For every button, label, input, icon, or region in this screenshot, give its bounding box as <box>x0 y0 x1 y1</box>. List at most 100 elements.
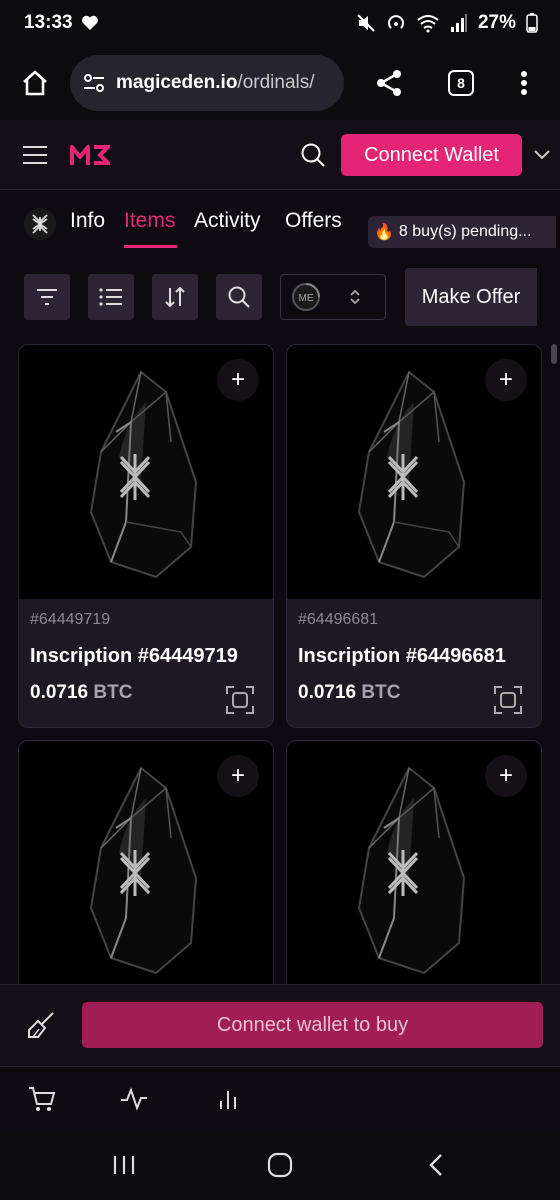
add-to-cart-button[interactable]: + <box>217 359 259 401</box>
item-image[interactable]: + <box>19 345 273 599</box>
url-bar[interactable]: magiceden.io/ordinals/ <box>70 55 344 111</box>
system-nav-bar <box>0 1130 560 1200</box>
clear-cart-button[interactable] <box>22 1005 60 1045</box>
header-search-button[interactable] <box>296 134 330 176</box>
filter-icon <box>37 289 57 305</box>
recents-icon <box>113 1156 135 1174</box>
cart-icon <box>29 1087 56 1111</box>
plus-icon: + <box>498 366 513 393</box>
plus-icon: + <box>230 366 245 393</box>
heart-icon <box>81 15 99 31</box>
item-card[interactable]: + <box>18 740 274 984</box>
activity-icon <box>121 1087 147 1111</box>
plus-icon: + <box>230 762 245 789</box>
item-card[interactable]: + <box>286 740 542 984</box>
home-icon <box>23 70 47 96</box>
hamburger-icon <box>23 145 47 164</box>
tab-items[interactable]: Items <box>124 209 175 233</box>
sort-button[interactable] <box>152 274 198 320</box>
battery-icon <box>526 13 538 33</box>
svg-text:ME: ME <box>299 293 314 304</box>
tab-info[interactable]: Info <box>70 209 105 233</box>
item-info: #64449719 Inscription #64449719 0.0716 B… <box>19 599 273 727</box>
marketplace-select[interactable]: ME <box>280 274 386 320</box>
connect-wallet-to-buy-button[interactable]: Connect wallet to buy <box>82 1002 543 1048</box>
mute-icon <box>356 13 376 33</box>
pending-buys-label: 8 buy(s) pending... <box>398 223 532 240</box>
chevron-updown-icon <box>350 289 360 305</box>
battery-percent: 27% <box>477 12 516 33</box>
item-image[interactable]: + <box>287 741 541 984</box>
crystal-image <box>89 370 198 579</box>
magic-eden-logo[interactable] <box>70 120 120 190</box>
items-toolbar: ME Make Offer <box>0 256 560 336</box>
tab-activity[interactable]: Activity <box>194 209 261 233</box>
item-card[interactable]: + #64496681 Inscription #64496681 0.0716… <box>286 344 542 728</box>
item-title[interactable]: Inscription #64496681 <box>298 645 530 668</box>
collection-avatar[interactable] <box>24 208 56 240</box>
pending-buys-badge[interactable]: 🔥 8 buy(s) pending... <box>368 216 556 248</box>
add-to-cart-button[interactable]: + <box>485 359 527 401</box>
item-card[interactable]: + #64449719 Inscription #64449719 0.0716… <box>18 344 274 728</box>
url-text: magiceden.io/ordinals/ <box>116 72 315 94</box>
search-items-button[interactable] <box>216 274 262 320</box>
search-icon <box>301 143 325 167</box>
signal-icon <box>450 13 468 33</box>
status-time: 13:33 <box>24 12 73 33</box>
item-number: #64496681 <box>298 611 379 628</box>
tab-offers[interactable]: Offers <box>285 209 342 233</box>
stats-button[interactable] <box>212 1083 244 1115</box>
home-button[interactable] <box>0 46 70 120</box>
wifi-icon <box>416 13 440 33</box>
make-offer-button[interactable]: Make Offer <box>405 268 537 326</box>
broom-icon <box>28 1012 54 1038</box>
crystal-image <box>357 370 466 579</box>
price-value: 0.0716 <box>30 682 89 703</box>
browser-menu-button[interactable] <box>494 46 554 120</box>
url-domain: magiceden.io <box>116 72 238 93</box>
sort-icon <box>165 286 185 308</box>
activity-button[interactable] <box>118 1083 150 1115</box>
scan-icon[interactable] <box>225 685 255 715</box>
price-unit: BTC <box>93 682 133 703</box>
status-bar: 13:33 27% <box>0 0 560 46</box>
back-button[interactable] <box>416 1148 456 1182</box>
connect-wallet-button[interactable]: Connect Wallet <box>341 134 522 176</box>
item-number: #64449719 <box>30 611 111 628</box>
bar-chart-icon <box>220 1091 236 1109</box>
hotspot-icon <box>386 13 406 33</box>
item-info: #64496681 Inscription #64496681 0.0716 B… <box>287 599 541 727</box>
search-icon <box>228 286 250 308</box>
active-tab-indicator <box>124 245 177 248</box>
wallet-dropdown-button[interactable] <box>528 140 556 170</box>
add-to-cart-button[interactable]: + <box>485 755 527 797</box>
items-grid: + #64449719 Inscription #64449719 0.0716… <box>0 344 560 984</box>
recent-apps-button[interactable] <box>104 1148 144 1182</box>
tab-switcher-button[interactable]: 8 <box>428 46 494 120</box>
item-title[interactable]: Inscription #64449719 <box>30 645 262 668</box>
chevron-down-icon <box>534 150 550 160</box>
share-button[interactable] <box>350 46 428 120</box>
app-header: Connect Wallet <box>0 120 560 190</box>
home-circle-icon <box>267 1152 293 1178</box>
price-value: 0.0716 <box>298 682 357 703</box>
item-image[interactable]: + <box>19 741 273 984</box>
grid-scrollbar[interactable] <box>551 344 557 364</box>
add-to-cart-button[interactable]: + <box>217 755 259 797</box>
filter-button[interactable] <box>24 274 70 320</box>
bottom-nav <box>0 1066 560 1130</box>
plus-icon: + <box>498 762 513 789</box>
site-settings-icon[interactable] <box>82 71 106 95</box>
item-image[interactable]: + <box>287 345 541 599</box>
crystal-image <box>357 766 466 975</box>
list-view-button[interactable] <box>88 274 134 320</box>
crystal-image <box>89 766 198 975</box>
tab-count: 8 <box>448 70 474 96</box>
cart-button[interactable] <box>26 1083 58 1115</box>
url-path: /ordinals/ <box>237 72 315 93</box>
menu-button[interactable] <box>0 120 70 190</box>
scan-icon[interactable] <box>493 685 523 715</box>
buy-bar: Connect wallet to buy <box>0 984 560 1066</box>
home-nav-button[interactable] <box>260 1148 300 1182</box>
share-icon <box>377 70 401 96</box>
